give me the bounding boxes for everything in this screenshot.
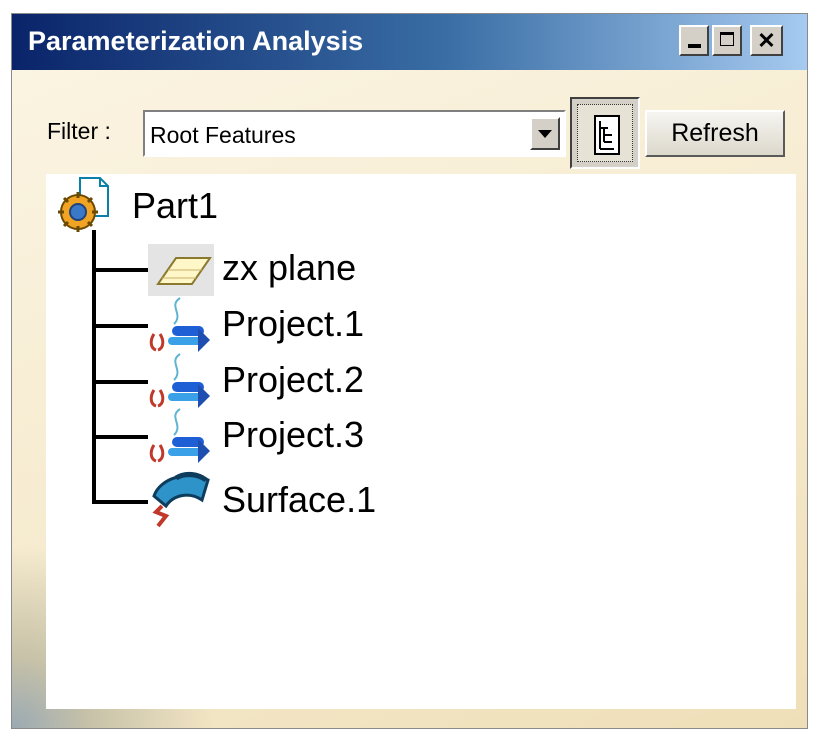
surface-icon [152,471,210,528]
tree-branch-line [92,324,148,328]
tree-node-label: Surface.1 [222,479,377,520]
tree-node-label: Part1 [132,185,219,226]
tree-node-label: Project.1 [222,303,365,344]
tree-branch-line [92,380,148,384]
projection-icon [149,408,210,463]
tree-branch-line [92,500,148,504]
close-button[interactable]: ✕ [750,25,783,56]
tree-node-label: Project.2 [222,359,365,400]
window-title: Parameterization Analysis [28,26,364,56]
tree-node-label: zx plane [222,247,357,288]
parameterization-analysis-window: Parameterization Analysis ✕ Filter : Roo… [11,13,808,729]
tree-view-toggle-button[interactable] [570,97,640,169]
chevron-down-icon [538,129,552,138]
projection-icon [149,353,210,408]
minimize-icon [688,44,701,48]
projection-icon [149,297,210,352]
tree-view-icon [594,115,620,155]
refresh-button[interactable]: Refresh [645,110,785,157]
tree-branch-line [92,268,148,272]
minimize-button[interactable] [679,25,709,56]
plane-icon [148,244,214,296]
close-icon: ✕ [757,27,776,53]
filter-dropdown-value: Root Features [150,122,296,148]
maximize-icon [720,32,734,46]
tree-node-label: Project.3 [222,414,365,455]
specification-tree: Part1 zx plane Project.1 Project.2 Proje… [46,174,796,709]
filter-label: Filter : [47,118,111,144]
filter-dropdown[interactable]: Root Features [143,110,566,157]
maximize-button[interactable] [712,25,742,56]
part-icon [58,177,109,232]
title-bar[interactable]: Parameterization Analysis ✕ [12,14,807,70]
filter-dropdown-button[interactable] [530,117,560,150]
tree-branch-line [92,435,148,439]
